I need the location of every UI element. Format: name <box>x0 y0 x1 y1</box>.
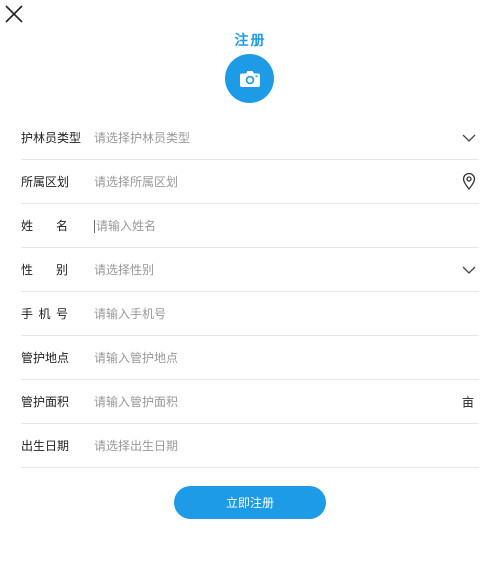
page-title: 注册 <box>234 33 267 49</box>
gender-select[interactable]: 请选择性别 <box>94 261 479 278</box>
area-row: 管护面积 请输入管护面积 亩 <box>21 380 479 424</box>
name-label-char: 名 <box>55 219 68 233</box>
birth-row[interactable]: 出生日期 请选择出生日期 <box>21 424 479 468</box>
name-label-char: 姓 <box>21 219 34 233</box>
phone-label-char: 号 <box>55 307 68 321</box>
ranger-type-row[interactable]: 护林员类型 请选择护林员类型 <box>21 116 479 160</box>
area-unit: 亩 <box>461 395 474 409</box>
ranger-type-select[interactable]: 请选择护林员类型 <box>94 129 479 146</box>
region-row[interactable]: 所属区划 请选择所属区划 <box>21 160 479 204</box>
name-input[interactable]: 请输入姓名 <box>94 217 479 234</box>
name-label: 姓 名 <box>21 217 94 234</box>
close-button[interactable] <box>4 4 24 24</box>
region-label: 所属区划 <box>21 175 70 189</box>
area-input[interactable]: 请输入管护面积 <box>94 393 479 410</box>
text-cursor <box>94 220 95 233</box>
chevron-down-icon <box>461 262 477 278</box>
phone-label-char: 机 <box>38 307 51 321</box>
phone-row: 手 机 号 请输入手机号 <box>21 292 479 336</box>
birth-label: 出生日期 <box>21 439 70 453</box>
chevron-down-icon <box>461 130 477 146</box>
gender-label: 性 别 <box>21 261 94 278</box>
ranger-type-label: 护林员类型 <box>21 131 82 145</box>
gender-label-char: 性 <box>21 263 34 277</box>
avatar-upload-button[interactable] <box>225 54 274 103</box>
name-row: 姓 名 请输入姓名 <box>21 204 479 248</box>
register-button[interactable]: 立即注册 <box>174 486 326 519</box>
gender-row[interactable]: 性 别 请选择性别 <box>21 248 479 292</box>
region-select[interactable]: 请选择所属区划 <box>94 173 479 190</box>
gender-label-char: 别 <box>55 263 68 277</box>
area-label: 管护面积 <box>21 395 70 409</box>
phone-input[interactable]: 请输入手机号 <box>94 305 479 322</box>
camera-icon <box>239 70 260 87</box>
close-icon <box>5 5 23 23</box>
registration-form: 护林员类型 请选择护林员类型 所属区划 请选择所属区划 姓 名 请输入姓名 性 … <box>21 116 479 468</box>
location-pin-icon[interactable] <box>461 173 477 190</box>
phone-label: 手 机 号 <box>21 305 94 322</box>
location-row: 管护地点 请输入管护地点 <box>21 336 479 380</box>
location-input[interactable]: 请输入管护地点 <box>94 349 479 366</box>
phone-label-char: 手 <box>21 307 34 321</box>
name-input-placeholder: 请输入姓名 <box>96 219 157 233</box>
location-label: 管护地点 <box>21 351 70 365</box>
birth-date-picker[interactable]: 请选择出生日期 <box>94 437 479 454</box>
